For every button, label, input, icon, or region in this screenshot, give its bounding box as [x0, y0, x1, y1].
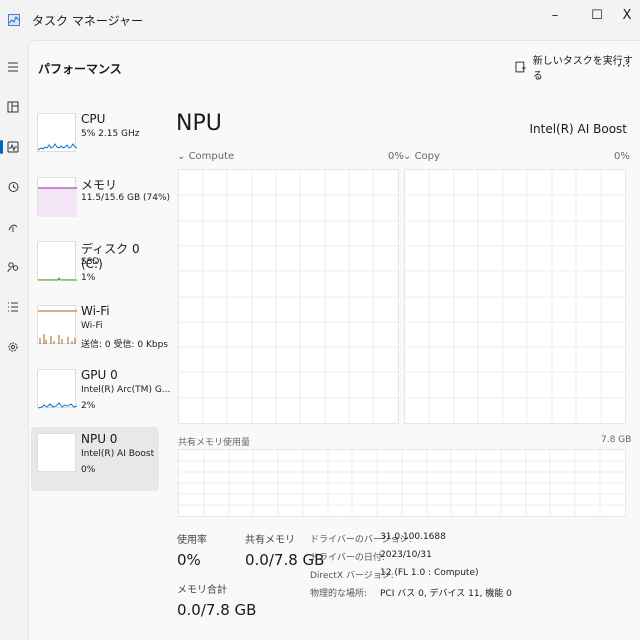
chevron-down-icon: ⌄	[177, 151, 186, 162]
detail-title: NPU	[176, 111, 222, 136]
page-title: パフォーマンス	[38, 62, 122, 76]
device-name: Intel(R) AI Boost	[529, 122, 627, 136]
shared-memory-graph	[178, 449, 626, 517]
resource-gpu[interactable]: GPU 0 Intel(R) Arc(TM) G... 2%	[31, 363, 170, 427]
driver-version-value: 31.0.100.1688	[380, 532, 446, 542]
wifi-thumbnail-graph	[37, 305, 77, 344]
graph-label: Copy	[414, 151, 440, 162]
resource-name: Wi-Fi	[81, 304, 110, 318]
graph-label: Compute	[188, 151, 235, 162]
resource-memory[interactable]: メモリ 11.5/15.6 GB (74%)	[31, 171, 170, 235]
usage-label: 使用率	[177, 535, 207, 546]
driver-date-value: 2023/10/31	[380, 550, 432, 560]
npu-thumbnail-graph	[37, 433, 76, 472]
minimize-button[interactable]: –	[540, 4, 570, 28]
resource-detail: 5% 2.15 GHz	[81, 129, 140, 139]
resource-detail: Intel(R) AI Boost	[81, 449, 155, 459]
details-icon	[8, 302, 18, 312]
resource-npu[interactable]: NPU 0 Intel(R) AI Boost 0%	[31, 427, 159, 491]
resource-disk[interactable]: ディスク 0 (C:) SSD 1%	[31, 235, 159, 299]
title-bar: タスク マネージャー – ☐ X	[0, 0, 640, 40]
main-content: パフォーマンス 新しいタスクを実行する ··· CPU 5% 2.15 GHz …	[28, 40, 640, 640]
memory-total-value: 0.0/7.8 GB	[177, 601, 257, 619]
resource-name: NPU 0	[81, 432, 118, 446]
active-indicator	[0, 140, 3, 154]
resource-detail: 2%	[81, 401, 96, 411]
hamburger-menu-button[interactable]	[4, 56, 22, 78]
shared-memory-grid	[179, 450, 625, 516]
resource-detail: 送信: 0 受信: 0 Kbps	[81, 340, 168, 350]
nav-details[interactable]	[4, 296, 22, 318]
copy-grid	[405, 170, 625, 423]
shared-memory-label: 共有メモリ	[245, 535, 295, 546]
resource-wifi[interactable]: Wi-Fi Wi-Fi 送信: 0 受信: 0 Kbps	[31, 299, 168, 363]
nav-rail	[0, 40, 28, 640]
driver-date-label: ドライバーの日付:	[310, 553, 385, 563]
resource-name: CPU	[81, 112, 106, 126]
maximize-button[interactable]: ☐	[582, 4, 612, 28]
resource-detail: 1%	[81, 273, 96, 283]
disk-thumbnail-graph	[37, 241, 77, 281]
memory-total-label: メモリ合計	[177, 585, 227, 596]
shared-memory-graph-max: 7.8 GB	[601, 435, 632, 445]
resource-detail: Intel(R) Arc(TM) G...	[81, 385, 171, 395]
gpu-thumbnail-graph	[37, 369, 77, 409]
processes-icon	[7, 101, 19, 113]
graph-max: 0%	[388, 151, 404, 162]
users-icon	[7, 262, 19, 273]
nav-services[interactable]	[4, 336, 22, 358]
nav-performance[interactable]	[4, 136, 22, 158]
hamburger-icon	[8, 62, 18, 72]
close-button[interactable]: X	[612, 4, 640, 28]
performance-icon	[7, 141, 19, 153]
services-icon	[8, 342, 18, 352]
cpu-thumbnail-graph	[37, 113, 77, 152]
graph-max: 0%	[614, 151, 630, 162]
resource-detail: 0%	[81, 465, 96, 475]
resource-name: GPU 0	[81, 368, 118, 382]
resource-detail: 11.5/15.6 GB (74%)	[81, 193, 171, 203]
resource-cpu[interactable]: CPU 5% 2.15 GHz	[31, 107, 159, 171]
shared-memory-graph-label: 共有メモリ使用量	[178, 438, 251, 448]
nav-startup[interactable]	[4, 216, 22, 238]
directx-version-value: 12 (FL 1.0 : Compute)	[380, 568, 479, 578]
physical-location-value: PCI バス 0, デバイス 11, 機能 0	[380, 589, 512, 599]
run-task-icon	[515, 61, 526, 73]
resource-detail: SSD	[81, 257, 100, 267]
physical-location-label: 物理的な場所:	[310, 589, 368, 599]
resource-name: メモリ	[81, 178, 118, 192]
nav-processes[interactable]	[4, 96, 22, 118]
chevron-down-icon: ⌄	[403, 151, 412, 162]
compute-grid	[179, 170, 398, 423]
compute-graph-selector[interactable]: ⌄ Compute	[177, 151, 234, 162]
memory-thumbnail-graph	[37, 177, 77, 217]
copy-graph-selector[interactable]: ⌄ Copy	[403, 151, 440, 162]
history-icon	[8, 182, 19, 192]
copy-graph	[404, 169, 626, 424]
task-manager-app-icon	[8, 14, 20, 26]
resource-detail: Wi-Fi	[81, 321, 103, 331]
nav-app-history[interactable]	[4, 176, 22, 198]
resource-list: CPU 5% 2.15 GHz メモリ 11.5/15.6 GB (74%) デ…	[31, 107, 170, 491]
more-options-button[interactable]: ···	[617, 59, 631, 73]
window-title: タスク マネージャー	[32, 14, 143, 28]
startup-icon	[8, 224, 18, 232]
compute-graph	[178, 169, 399, 424]
usage-value: 0%	[177, 551, 201, 569]
nav-users[interactable]	[4, 256, 22, 278]
